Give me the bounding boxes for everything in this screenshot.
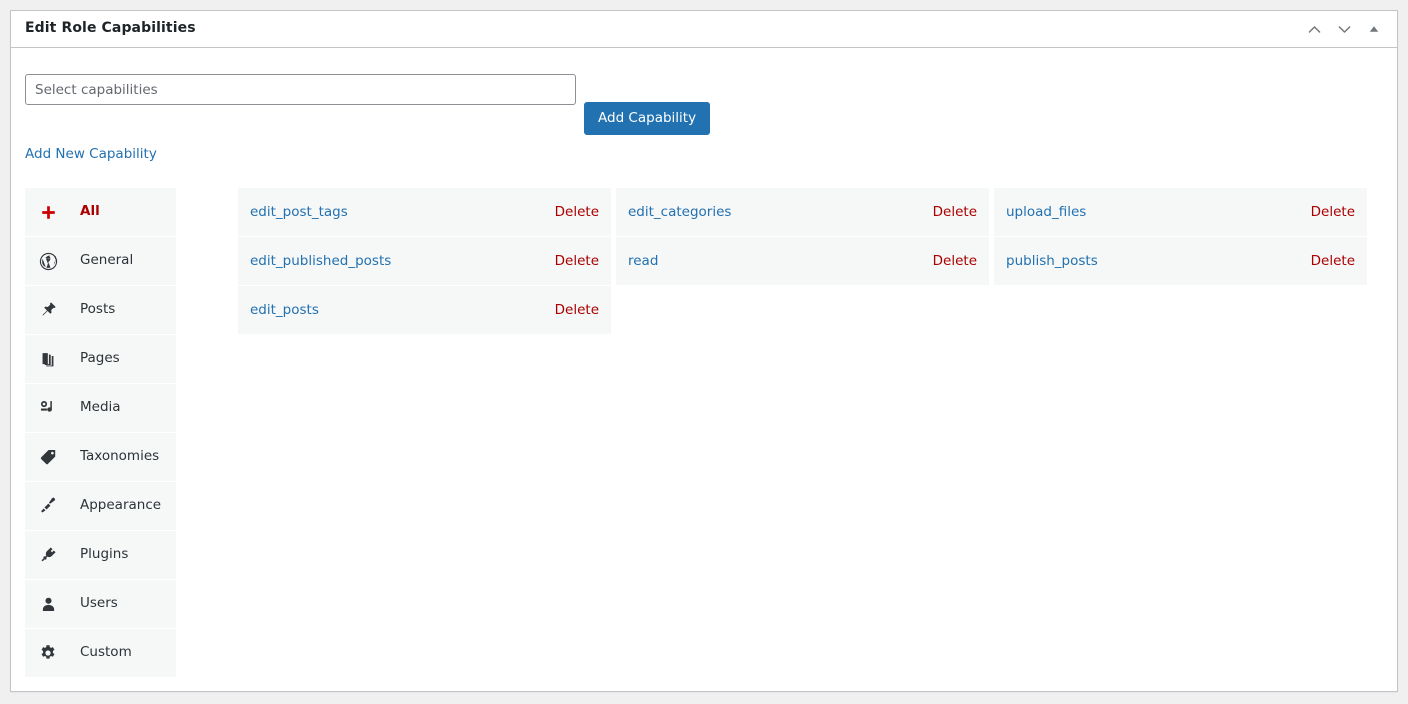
table-row: edit_post_tags Delete: [238, 188, 611, 236]
capabilities-column: edit_categories Delete read Delete: [616, 188, 989, 335]
capabilities-columns: edit_post_tags Delete edit_published_pos…: [238, 188, 1375, 335]
move-up-icon[interactable]: [1299, 14, 1329, 44]
table-row: upload_files Delete: [994, 188, 1367, 236]
delete-capability-link[interactable]: Delete: [555, 302, 599, 318]
user-icon: [37, 596, 59, 613]
sidebar-item-label: Pages: [80, 350, 120, 367]
edit-role-capabilities-panel: Edit Role Capabilities Add Capability Ad…: [10, 10, 1398, 692]
select-capabilities-input[interactable]: [25, 74, 576, 105]
panel-header: Edit Role Capabilities: [11, 11, 1397, 48]
move-down-icon[interactable]: [1329, 14, 1359, 44]
page-title: Edit Role Capabilities: [25, 20, 196, 37]
delete-capability-link[interactable]: Delete: [1311, 253, 1355, 269]
capability-link[interactable]: publish_posts: [1006, 253, 1098, 269]
capability-group-sidebar: All General Posts Pages Media Taxonomies…: [25, 188, 176, 678]
capability-link[interactable]: edit_posts: [250, 302, 319, 318]
sidebar-item-label: Users: [80, 595, 118, 612]
sidebar-item-users[interactable]: Users: [25, 580, 176, 628]
table-row: read Delete: [616, 237, 989, 285]
delete-capability-link[interactable]: Delete: [555, 204, 599, 220]
sidebar-item-general[interactable]: General: [25, 237, 176, 285]
sidebar-item-custom[interactable]: Custom: [25, 629, 176, 677]
sidebar-item-label: General: [80, 252, 134, 269]
capability-link[interactable]: read: [628, 253, 658, 269]
sidebar-item-label: All: [80, 203, 100, 220]
plus-icon: [37, 204, 59, 221]
pages-icon: [37, 351, 59, 368]
sidebar-item-taxonomies[interactable]: Taxonomies: [25, 433, 176, 481]
toggle-panel-icon[interactable]: [1359, 14, 1389, 44]
media-icon: [37, 399, 59, 417]
sidebar-item-label: Media: [80, 399, 121, 416]
capability-link[interactable]: edit_published_posts: [250, 253, 391, 269]
delete-capability-link[interactable]: Delete: [933, 204, 977, 220]
sidebar-item-posts[interactable]: Posts: [25, 286, 176, 334]
sidebar-item-label: Custom: [80, 644, 132, 661]
capabilities-column: upload_files Delete publish_posts Delete: [994, 188, 1367, 335]
sidebar-item-media[interactable]: Media: [25, 384, 176, 432]
panel-header-actions: [1299, 14, 1389, 44]
table-row: publish_posts Delete: [994, 237, 1367, 285]
sidebar-item-label: Appearance: [80, 497, 162, 514]
sidebar-item-all[interactable]: All: [25, 188, 176, 236]
sidebar-item-label: Plugins: [80, 546, 129, 563]
table-row: edit_categories Delete: [616, 188, 989, 236]
sidebar-item-label: Posts: [80, 301, 116, 318]
sidebar-item-plugins[interactable]: Plugins: [25, 531, 176, 579]
table-row: edit_posts Delete: [238, 286, 611, 334]
pin-icon: [37, 301, 59, 319]
table-row: edit_published_posts Delete: [238, 237, 611, 285]
delete-capability-link[interactable]: Delete: [555, 253, 599, 269]
paintbrush-icon: [37, 497, 59, 515]
capability-link[interactable]: upload_files: [1006, 204, 1086, 220]
gear-icon: [37, 644, 59, 662]
capabilities-column: edit_post_tags Delete edit_published_pos…: [238, 188, 611, 335]
capability-link[interactable]: edit_post_tags: [250, 204, 348, 220]
tag-icon: [37, 448, 59, 466]
sidebar-item-appearance[interactable]: Appearance: [25, 482, 176, 530]
plug-icon: [37, 546, 59, 564]
sidebar-item-label: Taxonomies: [80, 448, 160, 465]
delete-capability-link[interactable]: Delete: [1311, 204, 1355, 220]
wordpress-icon: [37, 252, 59, 271]
add-capability-button[interactable]: Add Capability: [584, 102, 711, 135]
sidebar-item-pages[interactable]: Pages: [25, 335, 176, 383]
capability-link[interactable]: edit_categories: [628, 204, 731, 220]
add-new-capability-link[interactable]: Add New Capability: [25, 146, 157, 162]
delete-capability-link[interactable]: Delete: [933, 253, 977, 269]
